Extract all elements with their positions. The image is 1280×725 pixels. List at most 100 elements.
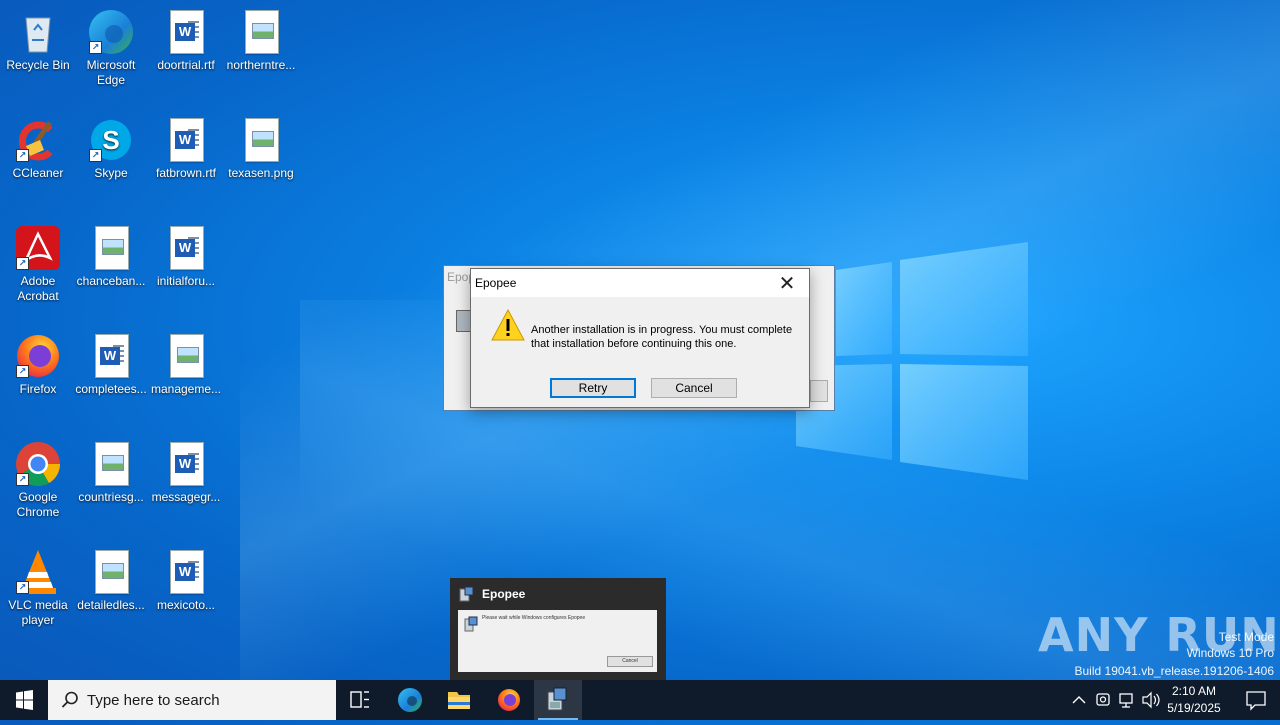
shortcut-arrow-icon: ↗ (16, 257, 29, 270)
desktop-icon-label: VLC media player (8, 598, 68, 627)
shortcut-arrow-icon: ↗ (16, 581, 29, 594)
acrobat-icon: ↗ (14, 224, 62, 272)
word-document-icon: W (162, 440, 210, 488)
desktop-icon[interactable]: detailedles... (73, 542, 149, 613)
desktop-icon[interactable]: northerntre... (223, 2, 299, 73)
task-view-button[interactable] (336, 680, 384, 720)
firefox-icon (498, 689, 520, 711)
image-file-icon (87, 440, 135, 488)
desktop-icon-label: northerntre... (226, 58, 296, 72)
preview-thumbnail[interactable]: Please wait while Windows configures Epo… (458, 610, 657, 672)
desktop-icon-label: texasen.png (228, 166, 294, 180)
desktop-icon[interactable]: countriesg... (73, 434, 149, 505)
taskbar-clock[interactable]: 2:10 AM 5/19/2025 (1160, 683, 1228, 717)
close-icon[interactable]: ✕ (769, 271, 805, 295)
shortcut-arrow-icon: ↗ (16, 473, 29, 486)
desktop-icon[interactable]: manageme... (148, 326, 224, 397)
word-document-icon: W (162, 224, 210, 272)
background-window-button[interactable] (810, 380, 828, 402)
volume-icon[interactable] (1140, 680, 1162, 720)
desktop-icon-label: mexicoto... (156, 598, 216, 612)
word-document-icon: W (162, 548, 210, 596)
image-file-icon (237, 8, 285, 56)
preview-title: Epopee (482, 587, 526, 601)
retry-button[interactable]: Retry (550, 378, 636, 398)
clock-time: 2:10 AM (1171, 684, 1217, 698)
desktop-icon[interactable]: ↗ Firefox (0, 326, 76, 397)
notification-icon (1246, 691, 1266, 711)
desktop-icon-label: CCleaner (12, 166, 64, 180)
desktop-icon[interactable]: ↗ Adobe Acrobat (0, 218, 76, 304)
shortcut-arrow-icon: ↗ (89, 149, 102, 162)
cancel-button[interactable]: Cancel (651, 378, 737, 398)
desktop-icon[interactable]: Wdoortrial.rtf (148, 2, 224, 73)
desktop-icon-label: Adobe Acrobat (17, 274, 59, 303)
warning-icon (491, 309, 525, 341)
desktop-icon[interactable]: ↗ CCleaner (0, 110, 76, 181)
folder-icon (448, 692, 470, 709)
ccleaner-icon: ↗ (14, 116, 62, 164)
desktop-icon[interactable]: texasen.png (223, 110, 299, 181)
taskbar-search-box[interactable]: Type here to search (48, 680, 336, 720)
shortcut-arrow-icon: ↗ (16, 149, 29, 162)
search-placeholder: Type here to search (87, 692, 220, 709)
word-document-icon: W (162, 116, 210, 164)
desktop-icon-label: doortrial.rtf (157, 58, 215, 72)
dialog-titlebar[interactable]: Epopee ✕ (471, 269, 809, 297)
network-icon[interactable] (1116, 680, 1138, 720)
svg-text:S: S (102, 125, 119, 155)
desktop-icon[interactable]: ↗ Google Chrome (0, 434, 76, 520)
task-view-icon (350, 691, 369, 708)
desktop-icon[interactable]: ↗ VLC media player (0, 542, 76, 628)
watermark-test-mode: Test Mode (1218, 630, 1274, 644)
installer-icon (464, 616, 478, 632)
desktop-icon-label: manageme... (150, 382, 222, 396)
recycle-bin-icon (14, 8, 62, 56)
vlc-icon: ↗ (14, 548, 62, 596)
shortcut-arrow-icon: ↗ (89, 41, 102, 54)
desktop-icon-label: Google Chrome (16, 490, 60, 519)
desktop-icon[interactable]: Wmessagegr... (148, 434, 224, 505)
desktop-icon[interactable]: Wfatbrown.rtf (148, 110, 224, 181)
preview-thumbnail-text: Please wait while Windows configures Epo… (482, 615, 586, 621)
search-icon (61, 691, 78, 708)
taskbar-file-explorer-button[interactable] (435, 680, 483, 720)
desktop-icon-label: fatbrown.rtf (155, 166, 217, 180)
taskbar-installer-button[interactable] (534, 680, 582, 720)
image-file-icon (237, 116, 285, 164)
desktop-icon[interactable]: Wmexicoto... (148, 542, 224, 613)
windows-start-icon (16, 690, 33, 710)
desktop-icon[interactable]: Recycle Bin (0, 2, 76, 73)
desktop-icon-label: Firefox (19, 382, 57, 396)
taskbar-firefox-button[interactable] (485, 680, 533, 720)
installer-icon (547, 687, 567, 711)
desktop-icon[interactable]: Winitialforu... (148, 218, 224, 289)
desktop-icon[interactable]: chanceban... (73, 218, 149, 289)
desktop-icon-label: detailedles... (77, 598, 145, 612)
desktop-icon[interactable]: ↗ Microsoft Edge (73, 2, 149, 88)
desktop-icon[interactable]: Wcompletees... (73, 326, 149, 397)
image-file-icon (87, 548, 135, 596)
clock-date: 5/19/2025 (1167, 701, 1221, 715)
desktop-icon-label: Recycle Bin (6, 58, 70, 72)
image-file-icon (87, 224, 135, 272)
desktop-icon-label: Microsoft Edge (86, 58, 136, 87)
installer-error-dialog: Epopee ✕ Another installation is in prog… (470, 268, 810, 408)
desktop-icon[interactable]: S ↗ Skype (73, 110, 149, 181)
meet-now-icon[interactable] (1092, 680, 1114, 720)
taskbar-edge-button[interactable] (386, 680, 434, 720)
taskbar: Type here to search 2:10 AM 5/19/2025 (0, 680, 1280, 720)
word-document-icon: W (87, 332, 135, 380)
desktop-icon-label: chanceban... (76, 274, 146, 288)
taskbar-window-preview[interactable]: Epopee Please wait while Windows configu… (450, 578, 666, 680)
word-document-icon: W (162, 8, 210, 56)
dialog-message: Another installation is in progress. You… (531, 324, 793, 350)
action-center-button[interactable] (1232, 680, 1280, 720)
edge-icon: ↗ (87, 8, 135, 56)
chrome-icon: ↗ (14, 440, 62, 488)
dialog-title: Epopee (475, 276, 517, 290)
desktop-icon-label: messagegr... (151, 490, 221, 504)
chevron-up-icon[interactable] (1068, 680, 1090, 720)
desktop-icon-label: Skype (94, 166, 128, 180)
start-button[interactable] (0, 680, 48, 720)
